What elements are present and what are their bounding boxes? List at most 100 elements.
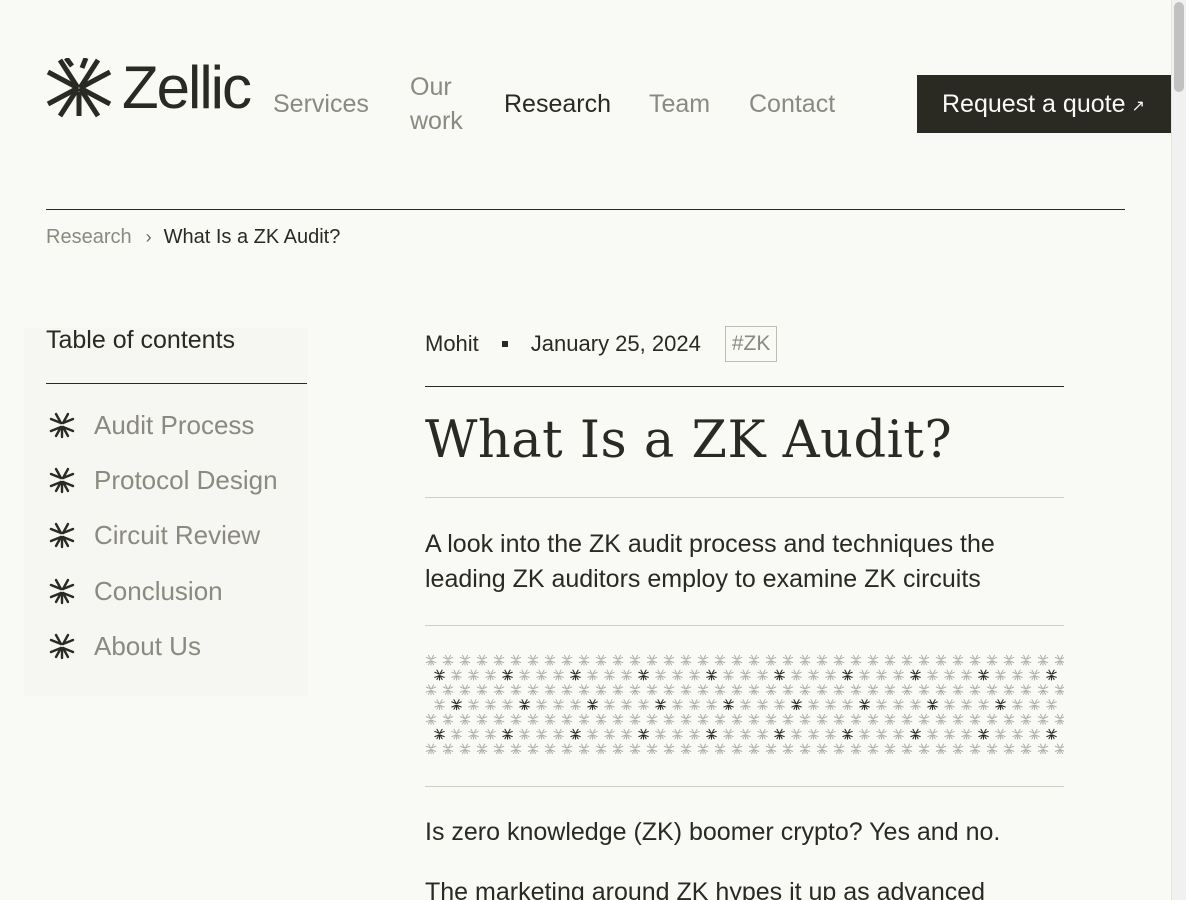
zellic-star-icon [49, 578, 75, 605]
pattern-star [791, 669, 802, 681]
pattern-star [961, 669, 972, 681]
pattern-star [842, 699, 853, 711]
pattern-star [646, 743, 658, 754]
pattern-star [553, 699, 564, 711]
pattern-star [816, 743, 828, 754]
pattern-star [1003, 743, 1015, 754]
pattern-star [927, 669, 938, 681]
request-quote-button[interactable]: Request a quote ↗ [917, 75, 1171, 133]
pattern-star [1037, 684, 1049, 696]
pattern-star [655, 728, 666, 740]
pattern-star [901, 654, 913, 666]
pattern-star [723, 728, 734, 740]
page-scrollbar[interactable] [1171, 0, 1186, 900]
request-quote-label: Request a quote [942, 89, 1126, 118]
pattern-star [850, 684, 862, 696]
nav-contact[interactable]: Contact [749, 87, 835, 121]
pattern-star [536, 699, 547, 711]
toc-divider [46, 383, 307, 384]
pattern-star [782, 684, 794, 696]
pattern-star [638, 728, 649, 740]
pattern-star [1020, 654, 1032, 666]
toc-item-audit-process[interactable]: Audit Process [48, 408, 254, 442]
pattern-star [893, 699, 904, 711]
zellic-logo[interactable]: Zellic [46, 58, 252, 118]
toc-item-protocol-design[interactable]: Protocol Design [48, 463, 278, 497]
pattern-star [595, 654, 607, 666]
toc-item-circuit-review[interactable]: Circuit Review [48, 518, 260, 552]
pattern-star [799, 713, 811, 725]
pattern-star [978, 699, 989, 711]
pattern-star [816, 654, 828, 666]
pattern-star [570, 669, 581, 681]
pattern-star [434, 669, 445, 681]
pattern-star [706, 728, 717, 740]
pattern-star [680, 743, 692, 754]
pattern-star [918, 654, 930, 666]
zellic-star-icon [49, 467, 75, 494]
pattern-star [774, 699, 785, 711]
nav-our-work[interactable]: Our work [410, 70, 480, 138]
pattern-star [740, 699, 751, 711]
pattern-star [842, 669, 853, 681]
pattern-star [765, 684, 777, 696]
toc-item-label: Protocol Design [94, 464, 278, 495]
breadcrumb-research-link[interactable]: Research [46, 226, 132, 249]
pattern-star [808, 728, 819, 740]
pattern-star [451, 699, 462, 711]
pattern-star [952, 684, 964, 696]
pattern-star [791, 699, 802, 711]
pattern-star [451, 728, 462, 740]
pattern-star [663, 743, 675, 754]
pattern-star [927, 728, 938, 740]
pattern-star [1046, 728, 1057, 740]
pattern-star [493, 713, 505, 725]
pattern-star [536, 728, 547, 740]
pattern-star [680, 713, 692, 725]
pattern-star [697, 684, 709, 696]
scrollbar-thumb[interactable] [1174, 2, 1184, 92]
pattern-star [944, 728, 955, 740]
pattern-star [451, 669, 462, 681]
pattern-star [697, 654, 709, 666]
pattern-star [476, 743, 488, 754]
article-tag[interactable]: #ZK [724, 326, 778, 362]
chevron-right-icon: › [145, 227, 152, 247]
pattern-star [434, 699, 445, 711]
pattern-star [527, 654, 539, 666]
header-divider [46, 209, 1125, 210]
pattern-star [884, 654, 896, 666]
pattern-star [561, 654, 573, 666]
pattern-star [468, 669, 479, 681]
pattern-star [663, 684, 675, 696]
pattern-star [595, 713, 607, 725]
pattern-star [782, 654, 794, 666]
pattern-star [493, 684, 505, 696]
toc-item-about-us[interactable]: About Us [48, 629, 201, 663]
article-paragraph: Is zero knowledge (ZK) boomer crypto? Ye… [425, 818, 1001, 846]
pattern-star [952, 713, 964, 725]
pattern-star [425, 713, 437, 725]
nav-research[interactable]: Research [504, 87, 611, 121]
pattern-star [723, 699, 734, 711]
pattern-star [604, 728, 615, 740]
pattern-star [782, 713, 794, 725]
nav-services[interactable]: Services [273, 87, 369, 121]
breadcrumb: Research › What Is a ZK Audit? [46, 226, 340, 249]
pattern-star [850, 654, 862, 666]
pattern-star [561, 743, 573, 754]
pattern-star [706, 669, 717, 681]
pattern-star [867, 743, 879, 754]
pattern-star [553, 728, 564, 740]
pattern-star [561, 684, 573, 696]
pattern-star [629, 654, 641, 666]
toc-item-conclusion[interactable]: Conclusion [48, 574, 223, 608]
pattern-star [544, 743, 556, 754]
page: Zellic Services Our work Research Team C… [0, 0, 1186, 900]
pattern-star [706, 699, 717, 711]
pattern-star [595, 743, 607, 754]
pattern-star [808, 669, 819, 681]
pattern-star [952, 654, 964, 666]
pattern-star [884, 684, 896, 696]
nav-team[interactable]: Team [649, 87, 710, 121]
